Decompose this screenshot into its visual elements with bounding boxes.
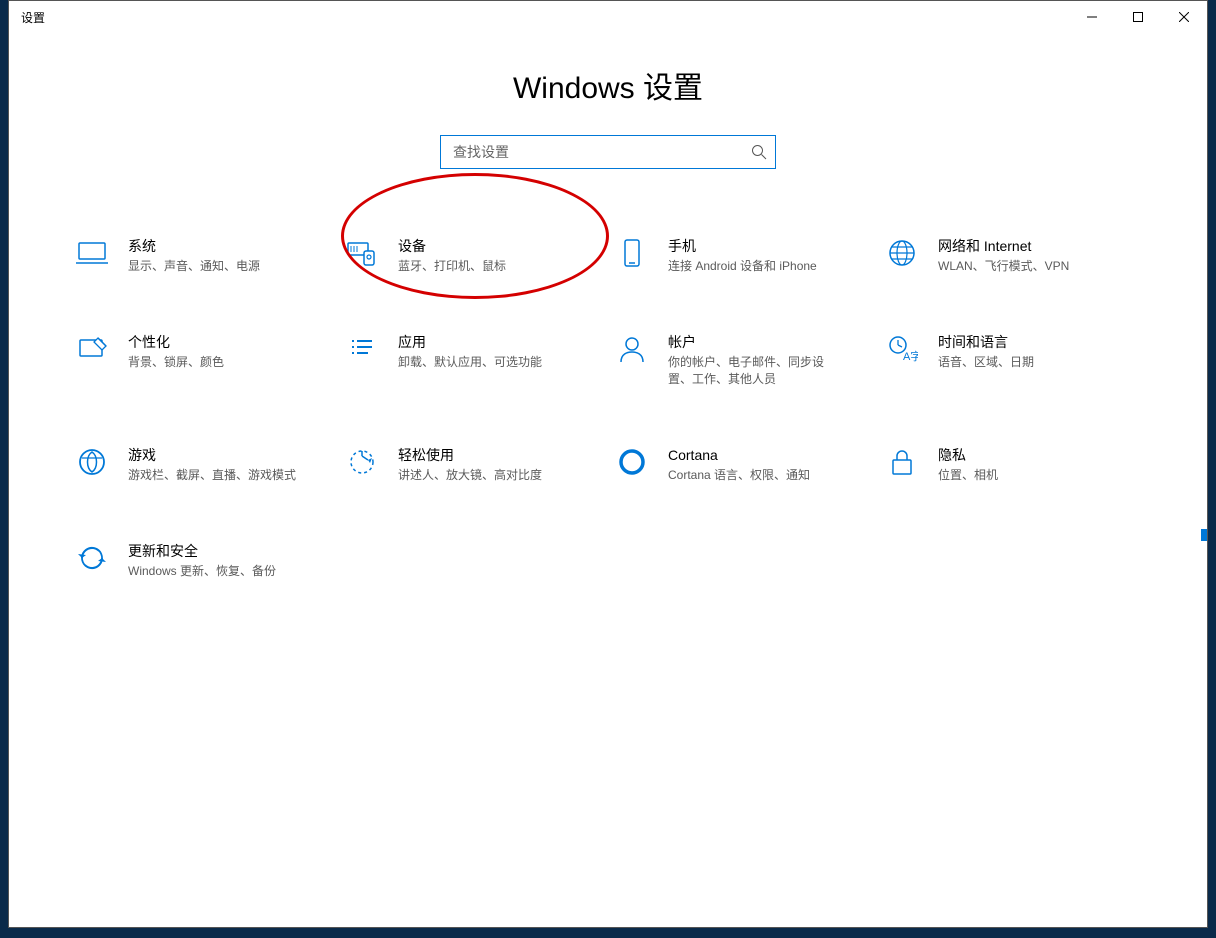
maximize-button[interactable] [1115,1,1161,33]
tile-desc: Windows 更新、恢复、备份 [128,563,276,580]
tile-gaming[interactable]: 游戏 游戏栏、截屏、直播、游戏模式 [68,440,338,488]
page-title: Windows 设置 [9,63,1207,107]
tile-title: Cortana [668,446,810,464]
update-security-icon [74,540,110,576]
tile-title: 帐户 [668,333,838,351]
devices-icon [344,235,380,271]
search-icon [751,144,767,160]
tile-personalization[interactable]: 个性化 背景、锁屏、颜色 [68,327,338,392]
minimize-icon [1087,12,1097,22]
titlebar: 设置 [9,1,1207,33]
phone-icon [614,235,650,271]
system-icon [74,235,110,271]
tile-cortana[interactable]: Cortana Cortana 语言、权限、通知 [608,440,878,488]
tile-title: 网络和 Internet [938,237,1069,255]
maximize-icon [1133,12,1143,22]
scrollbar-thumb[interactable] [1201,529,1207,541]
content-area: Windows 设置 系统 显示、声音、通知、电源 [9,33,1207,927]
close-button[interactable] [1161,1,1207,33]
tile-ease-of-access[interactable]: 轻松使用 讲述人、放大镜、高对比度 [338,440,608,488]
tile-update-security[interactable]: 更新和安全 Windows 更新、恢复、备份 [68,536,338,584]
settings-grid: 系统 显示、声音、通知、电源 设备 [9,231,1207,584]
tile-title: 游戏 [128,446,296,464]
close-icon [1179,12,1189,22]
tile-title: 设备 [398,237,506,255]
tile-accounts[interactable]: 帐户 你的帐户、电子邮件、同步设置、工作、其他人员 [608,327,878,392]
tile-desc: 讲述人、放大镜、高对比度 [398,467,542,484]
tile-devices[interactable]: 设备 蓝牙、打印机、鼠标 [338,231,608,279]
apps-icon [344,331,380,367]
tile-desc: 显示、声音、通知、电源 [128,258,260,275]
tile-desc: 蓝牙、打印机、鼠标 [398,258,506,275]
search-box[interactable] [440,135,776,169]
tile-time-language[interactable]: A字 时间和语言 语音、区域、日期 [878,327,1148,392]
tile-apps[interactable]: 应用 卸载、默认应用、可选功能 [338,327,608,392]
network-icon [884,235,920,271]
time-language-icon: A字 [884,331,920,367]
tile-desc: 语音、区域、日期 [938,354,1034,371]
tile-title: 轻松使用 [398,446,542,464]
tile-title: 更新和安全 [128,542,276,560]
cortana-icon [614,444,650,480]
ease-of-access-icon [344,444,380,480]
svg-text:A字: A字 [903,349,918,363]
window-controls [1069,1,1207,33]
minimize-button[interactable] [1069,1,1115,33]
tile-phone[interactable]: 手机 连接 Android 设备和 iPhone [608,231,878,279]
tile-desc: 位置、相机 [938,467,998,484]
tile-system[interactable]: 系统 显示、声音、通知、电源 [68,231,338,279]
tile-desc: Cortana 语言、权限、通知 [668,467,810,484]
tile-title: 手机 [668,237,817,255]
tile-desc: 背景、锁屏、颜色 [128,354,224,371]
window-title: 设置 [21,9,45,26]
tile-desc: 连接 Android 设备和 iPhone [668,258,817,275]
search-row [9,135,1207,169]
gaming-icon [74,444,110,480]
tile-title: 个性化 [128,333,224,351]
tile-privacy[interactable]: 隐私 位置、相机 [878,440,1148,488]
privacy-icon [884,444,920,480]
tile-desc: 你的帐户、电子邮件、同步设置、工作、其他人员 [668,354,838,388]
tile-desc: 游戏栏、截屏、直播、游戏模式 [128,467,296,484]
tile-title: 隐私 [938,446,998,464]
scrollbar-track[interactable] [1201,33,1207,927]
tile-title: 系统 [128,237,260,255]
search-input[interactable] [453,144,751,160]
settings-window: 设置 Windows 设置 [8,0,1208,928]
tile-desc: 卸载、默认应用、可选功能 [398,354,542,371]
tile-desc: WLAN、飞行模式、VPN [938,258,1069,275]
tile-title: 应用 [398,333,542,351]
accounts-icon [614,331,650,367]
tile-network[interactable]: 网络和 Internet WLAN、飞行模式、VPN [878,231,1148,279]
tile-title: 时间和语言 [938,333,1034,351]
personalization-icon [74,331,110,367]
